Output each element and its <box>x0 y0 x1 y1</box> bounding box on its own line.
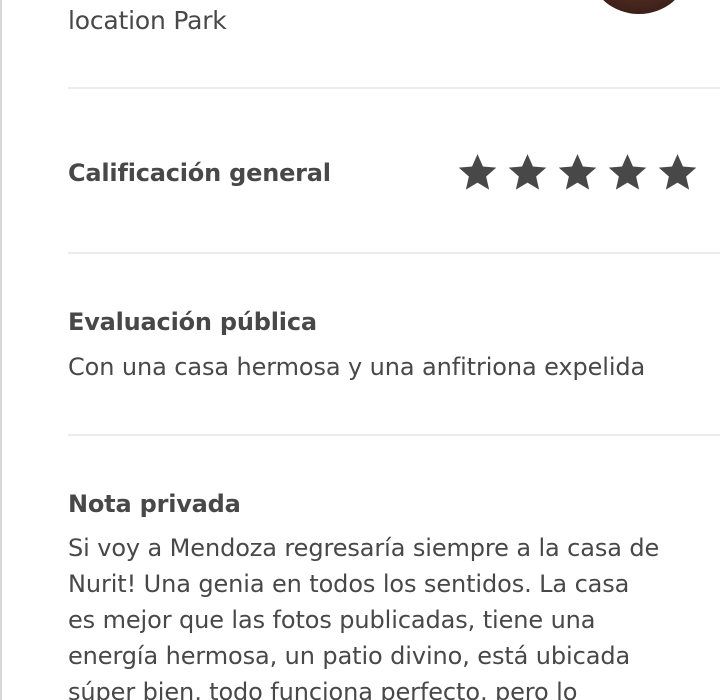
private-note-line: Si voy a Mendoza regresaría siempre a la… <box>68 534 660 562</box>
review-screen: location Park Calificación general Evalu… <box>0 0 720 700</box>
overall-rating-label: Calificación general <box>68 159 331 187</box>
star-icon[interactable] <box>555 150 600 195</box>
private-note-line: súper bien, todo funciona perfecto, pero… <box>68 678 578 700</box>
listing-location: location Park <box>68 6 227 35</box>
divider <box>68 87 720 89</box>
divider <box>68 434 720 436</box>
public-review-text: Con una casa hermosa y una anfitriona ex… <box>68 353 646 381</box>
star-icon[interactable] <box>655 150 700 195</box>
star-icon[interactable] <box>455 150 500 195</box>
private-note-heading: Nota privada <box>68 490 241 518</box>
star-icon[interactable] <box>605 150 650 195</box>
host-avatar[interactable] <box>591 0 687 14</box>
private-note-line: es mejor que las fotos publicadas, tiene… <box>68 606 596 634</box>
star-icon[interactable] <box>505 150 550 195</box>
public-review-heading: Evaluación pública <box>68 308 317 336</box>
private-note-text: Si voy a Mendoza regresaría siempre a la… <box>68 530 708 700</box>
private-note-line: energía hermosa, un patio divino, está u… <box>68 642 631 670</box>
divider <box>68 252 720 254</box>
left-border <box>0 0 2 700</box>
private-note-line: Nurit! Una genia en todos los sentidos. … <box>68 570 630 598</box>
overall-rating-stars[interactable] <box>455 150 700 195</box>
